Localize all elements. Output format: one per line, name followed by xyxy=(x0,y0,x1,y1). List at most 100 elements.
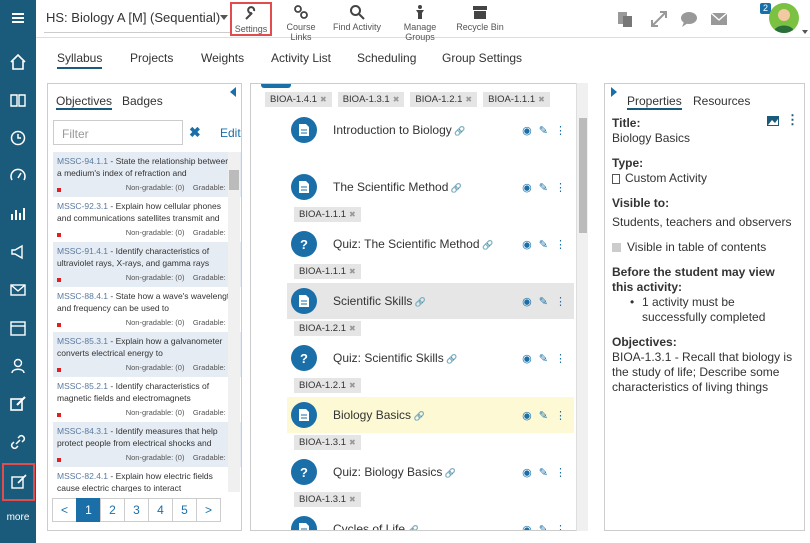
more-vertical-icon[interactable]: ⋮ xyxy=(555,352,566,365)
objective-item[interactable]: MSSC-92.3.1 - Explain how cellular phone… xyxy=(53,197,241,242)
link-icon[interactable]: 🔗 xyxy=(444,354,457,364)
edit-icon[interactable] xyxy=(2,463,35,501)
chat-icon[interactable] xyxy=(680,10,698,28)
more-link[interactable]: more xyxy=(0,512,36,523)
copy-icon[interactable] xyxy=(616,10,634,28)
visible-toc-checkbox[interactable] xyxy=(612,243,621,253)
activity-title[interactable]: Quiz: The Scientific Method 🔗 xyxy=(333,237,493,251)
users-icon[interactable] xyxy=(0,348,36,384)
pager-page-5[interactable]: 5 xyxy=(172,498,197,522)
objective-tag[interactable]: BIOA-1.1.1 ✖ xyxy=(294,207,361,222)
avatar-chevron-icon[interactable] xyxy=(802,30,808,34)
objective-tag[interactable]: BIOA-1.3.1 ✖ xyxy=(294,435,361,450)
tab-activity-list[interactable]: Activity List xyxy=(271,51,331,65)
collapse-tab[interactable] xyxy=(261,84,291,88)
pencil-icon[interactable]: ✎ xyxy=(539,523,548,530)
chip[interactable]: BIOA-1.2.1 ✖ xyxy=(410,92,478,107)
pencil-icon[interactable]: ✎ xyxy=(539,466,548,479)
mail-icon[interactable] xyxy=(710,10,728,28)
activity-title[interactable]: Quiz: Scientific Skills 🔗 xyxy=(333,351,457,365)
edit-square-icon[interactable] xyxy=(0,386,36,422)
chip[interactable]: BIOA-1.1.1 ✖ xyxy=(483,92,550,107)
objective-tag[interactable]: BIOA-1.1.1 ✖ xyxy=(294,264,361,279)
tab-projects[interactable]: Projects xyxy=(130,51,173,65)
tab-group-settings[interactable]: Group Settings xyxy=(442,51,522,65)
activity-title[interactable]: Biology Basics 🔗 xyxy=(333,408,425,422)
objective-item[interactable]: MSSC-85.2.1 - Identify characteristics o… xyxy=(53,377,241,422)
more-vertical-icon[interactable]: ⋮ xyxy=(555,181,566,194)
more-vertical-icon[interactable]: ⋮ xyxy=(555,295,566,308)
tab-weights[interactable]: Weights xyxy=(201,51,244,65)
objective-tag[interactable]: BIOA-1.3.1 ✖ xyxy=(294,492,361,507)
objective-item[interactable]: MSSC-91.4.1 - Identify characteristics o… xyxy=(53,242,241,287)
eye-icon[interactable]: ◉ xyxy=(522,124,532,137)
more-vertical-icon[interactable]: ⋮ xyxy=(555,124,566,137)
avatar[interactable] xyxy=(769,3,799,33)
more-vertical-icon[interactable]: ⋮ xyxy=(555,523,566,530)
find-activity-button[interactable]: Find Activity xyxy=(332,2,382,36)
edit-objectives-link[interactable]: Edit xyxy=(220,126,241,140)
chip[interactable]: BIOA-1.4.1 ✖ xyxy=(265,92,332,107)
activity-row[interactable]: Scientific Skills 🔗 ◉ ✎ ⋮ xyxy=(287,283,574,319)
more-vertical-icon[interactable]: ⋮ xyxy=(555,466,566,479)
objective-item[interactable]: MSSC-82.4.1 - Explain how electric field… xyxy=(53,467,241,492)
pager-next[interactable]: > xyxy=(196,498,221,522)
activity-row[interactable]: Cycles of Life 🔗 ◉ ✎ ⋮ xyxy=(287,511,574,530)
pager-prev[interactable]: < xyxy=(52,498,77,522)
objective-tag[interactable]: BIOA-1.2.1 ✖ xyxy=(294,378,361,393)
collapse-left-icon[interactable] xyxy=(230,87,236,97)
activity-title[interactable]: Quiz: Biology Basics 🔗 xyxy=(333,465,456,479)
filter-input[interactable]: Filter xyxy=(53,120,183,145)
pager-page-2[interactable]: 2 xyxy=(100,498,125,522)
settings-button[interactable]: Settings xyxy=(230,2,272,36)
pencil-icon[interactable]: ✎ xyxy=(539,181,548,194)
tab-syllabus[interactable]: Syllabus xyxy=(57,51,103,69)
clear-filter-icon[interactable]: ✖ xyxy=(189,124,201,141)
link-icon[interactable] xyxy=(0,424,36,460)
eye-icon[interactable]: ◉ xyxy=(522,523,532,530)
tab-badges[interactable]: Badges xyxy=(122,94,163,108)
activity-row[interactable]: Biology Basics 🔗 ◉ ✎ ⋮ xyxy=(287,397,574,433)
tab-resources[interactable]: Resources xyxy=(693,94,750,108)
activity-title[interactable]: The Scientific Method 🔗 xyxy=(333,180,462,194)
clock-icon[interactable] xyxy=(0,120,36,156)
link-icon[interactable]: 🔗 xyxy=(405,525,419,530)
activity-row[interactable]: ? Quiz: The Scientific Method 🔗 ◉ ✎ ⋮ xyxy=(287,226,574,262)
manage-groups-button[interactable]: Manage Groups xyxy=(388,2,452,42)
more-vertical-icon[interactable]: ⋮ xyxy=(555,409,566,422)
eye-icon[interactable]: ◉ xyxy=(522,409,532,422)
pencil-icon[interactable]: ✎ xyxy=(539,238,548,251)
link-icon[interactable]: 🔗 xyxy=(411,411,425,421)
pencil-icon[interactable]: ✎ xyxy=(539,409,548,422)
recycle-bin-button[interactable]: Recycle Bin xyxy=(456,2,504,36)
eye-icon[interactable]: ◉ xyxy=(522,181,532,194)
objective-item[interactable]: MSSC-84.3.1 - Identify measures that hel… xyxy=(53,422,241,467)
bar-chart-icon[interactable] xyxy=(0,196,36,232)
objective-tag[interactable]: BIOA-1.2.1 ✖ xyxy=(294,321,361,336)
tab-scheduling[interactable]: Scheduling xyxy=(357,51,416,65)
collapse-right-icon[interactable] xyxy=(611,87,617,97)
activity-row[interactable]: ? Quiz: Scientific Skills 🔗 ◉ ✎ ⋮ xyxy=(287,340,574,376)
link-icon[interactable]: 🔗 xyxy=(448,183,462,193)
envelope-icon[interactable] xyxy=(0,272,36,308)
pager-page-3[interactable]: 3 xyxy=(124,498,149,522)
pager-page-1[interactable]: 1 xyxy=(76,498,101,522)
tab-objectives[interactable]: Objectives xyxy=(56,94,113,110)
pencil-icon[interactable]: ✎ xyxy=(539,295,548,308)
activity-title[interactable]: Scientific Skills 🔗 xyxy=(333,294,426,308)
objective-item[interactable]: MSSC-85.3.1 - Explain how a galvanometer… xyxy=(53,332,241,377)
menu-icon[interactable] xyxy=(0,0,36,36)
course-select[interactable]: HS: Biology A [M] (Sequential) xyxy=(44,10,230,33)
calendar-icon[interactable] xyxy=(0,310,36,346)
pencil-icon[interactable]: ✎ xyxy=(539,352,548,365)
expand-icon[interactable] xyxy=(650,10,668,28)
link-icon[interactable]: 🔗 xyxy=(452,126,465,136)
objectives-scrollbar[interactable] xyxy=(228,152,240,492)
home-icon[interactable] xyxy=(0,44,36,80)
link-icon[interactable]: 🔗 xyxy=(480,240,493,250)
activity-row[interactable]: Introduction to Biology 🔗 ◉ ✎ ⋮ xyxy=(287,112,574,148)
pager-page-4[interactable]: 4 xyxy=(148,498,173,522)
objective-item[interactable]: MSSC-88.4.1 - State how a wave's wavelen… xyxy=(53,287,241,332)
more-vertical-icon[interactable]: ⋮ xyxy=(555,238,566,251)
eye-icon[interactable]: ◉ xyxy=(522,238,532,251)
